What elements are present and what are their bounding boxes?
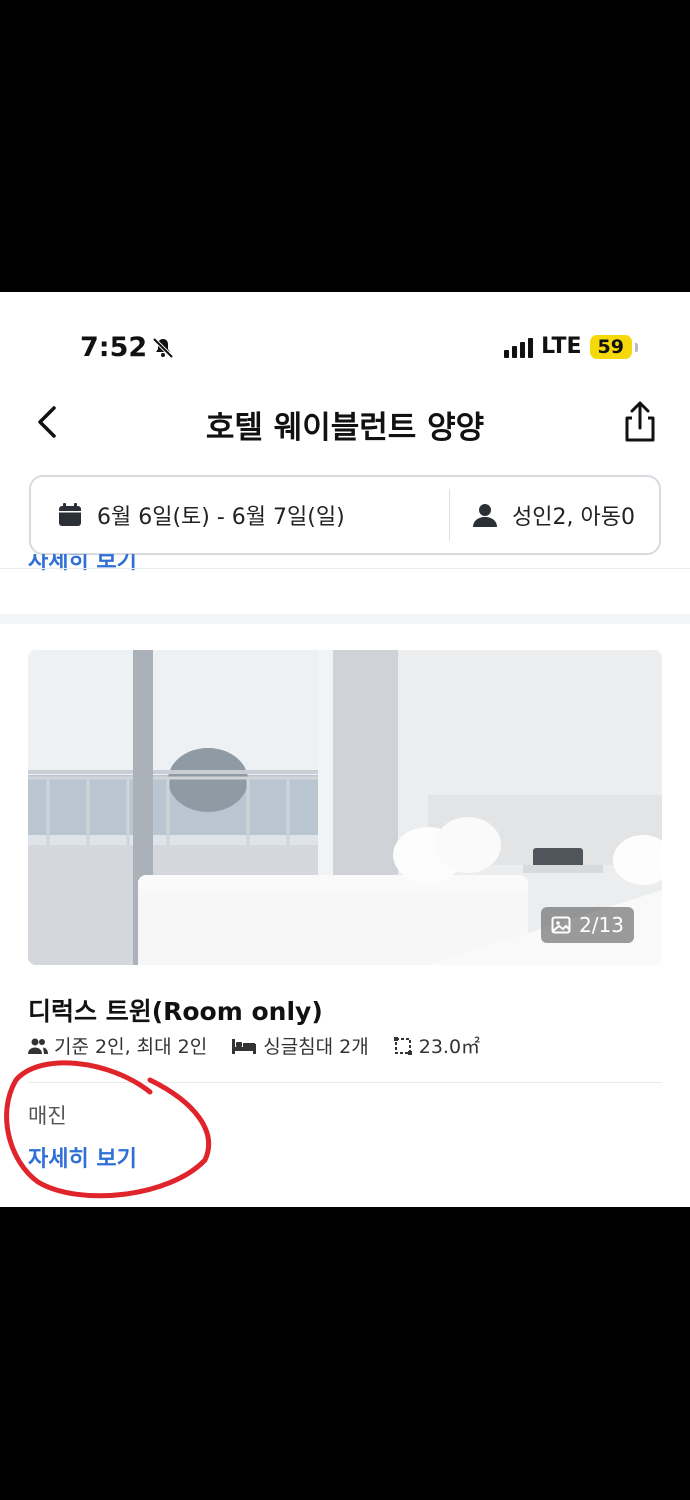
navigation-bar: 호텔 웨이블런트 양양: [0, 392, 690, 452]
battery-badge: 59: [589, 334, 639, 359]
bell-off-icon: [152, 337, 174, 358]
card-divider: [28, 1082, 662, 1083]
share-icon: [625, 401, 655, 442]
share-button[interactable]: [618, 398, 662, 446]
status-time: 7:52: [80, 332, 148, 363]
network-label: LTE: [541, 334, 582, 359]
date-range-text: 6월 6일(토) - 6월 7일(일): [97, 505, 345, 530]
guest-selector[interactable]: 성인2, 아동0: [450, 499, 635, 531]
date-selector[interactable]: 6월 6일(토) - 6월 7일(일): [31, 499, 449, 531]
page-title: 호텔 웨이블런트 양양: [205, 410, 485, 446]
room-photo[interactable]: 2/13: [28, 650, 662, 965]
app-screen: 7:52 LTE 59 호텔 웨이블런트 양양 6월 6일(토) - 6월 7일…: [0, 292, 690, 1207]
area-icon: [393, 1036, 412, 1055]
stay-search-box: 6월 6일(토) - 6월 7일(일) 성인2, 아동0: [29, 475, 661, 555]
room-detail-link[interactable]: 자세히 보기: [28, 1141, 137, 1173]
bed-text: 싱글침대 2개: [263, 1036, 369, 1058]
capacity-text: 기준 2인, 최대 2인: [54, 1036, 208, 1058]
people-icon: [28, 1038, 48, 1054]
calendar-icon: [59, 503, 81, 526]
section-separator: [0, 614, 690, 624]
signal-icon: [504, 336, 534, 358]
header-divider: [0, 568, 690, 569]
image-icon: [551, 916, 571, 934]
room-name: 디럭스 트윈(Room only): [28, 997, 323, 1026]
status-indicators: LTE 59: [504, 334, 639, 359]
guest-count-text: 성인2, 아동0: [512, 505, 635, 530]
status-time-group: 7:52: [80, 332, 175, 363]
bed-icon: [232, 1038, 257, 1054]
previous-detail-link[interactable]: 자세히 보기: [28, 554, 137, 580]
area-text: 23.0㎡: [418, 1036, 481, 1058]
room-meta: 기준 2인, 최대 2인 싱글침대 2개 23.0㎡: [28, 1032, 480, 1059]
photo-counter-text: 2/13: [579, 913, 624, 937]
photo-counter-badge: 2/13: [541, 907, 634, 943]
availability-status: 매진: [28, 1104, 67, 1128]
person-icon: [473, 504, 497, 527]
